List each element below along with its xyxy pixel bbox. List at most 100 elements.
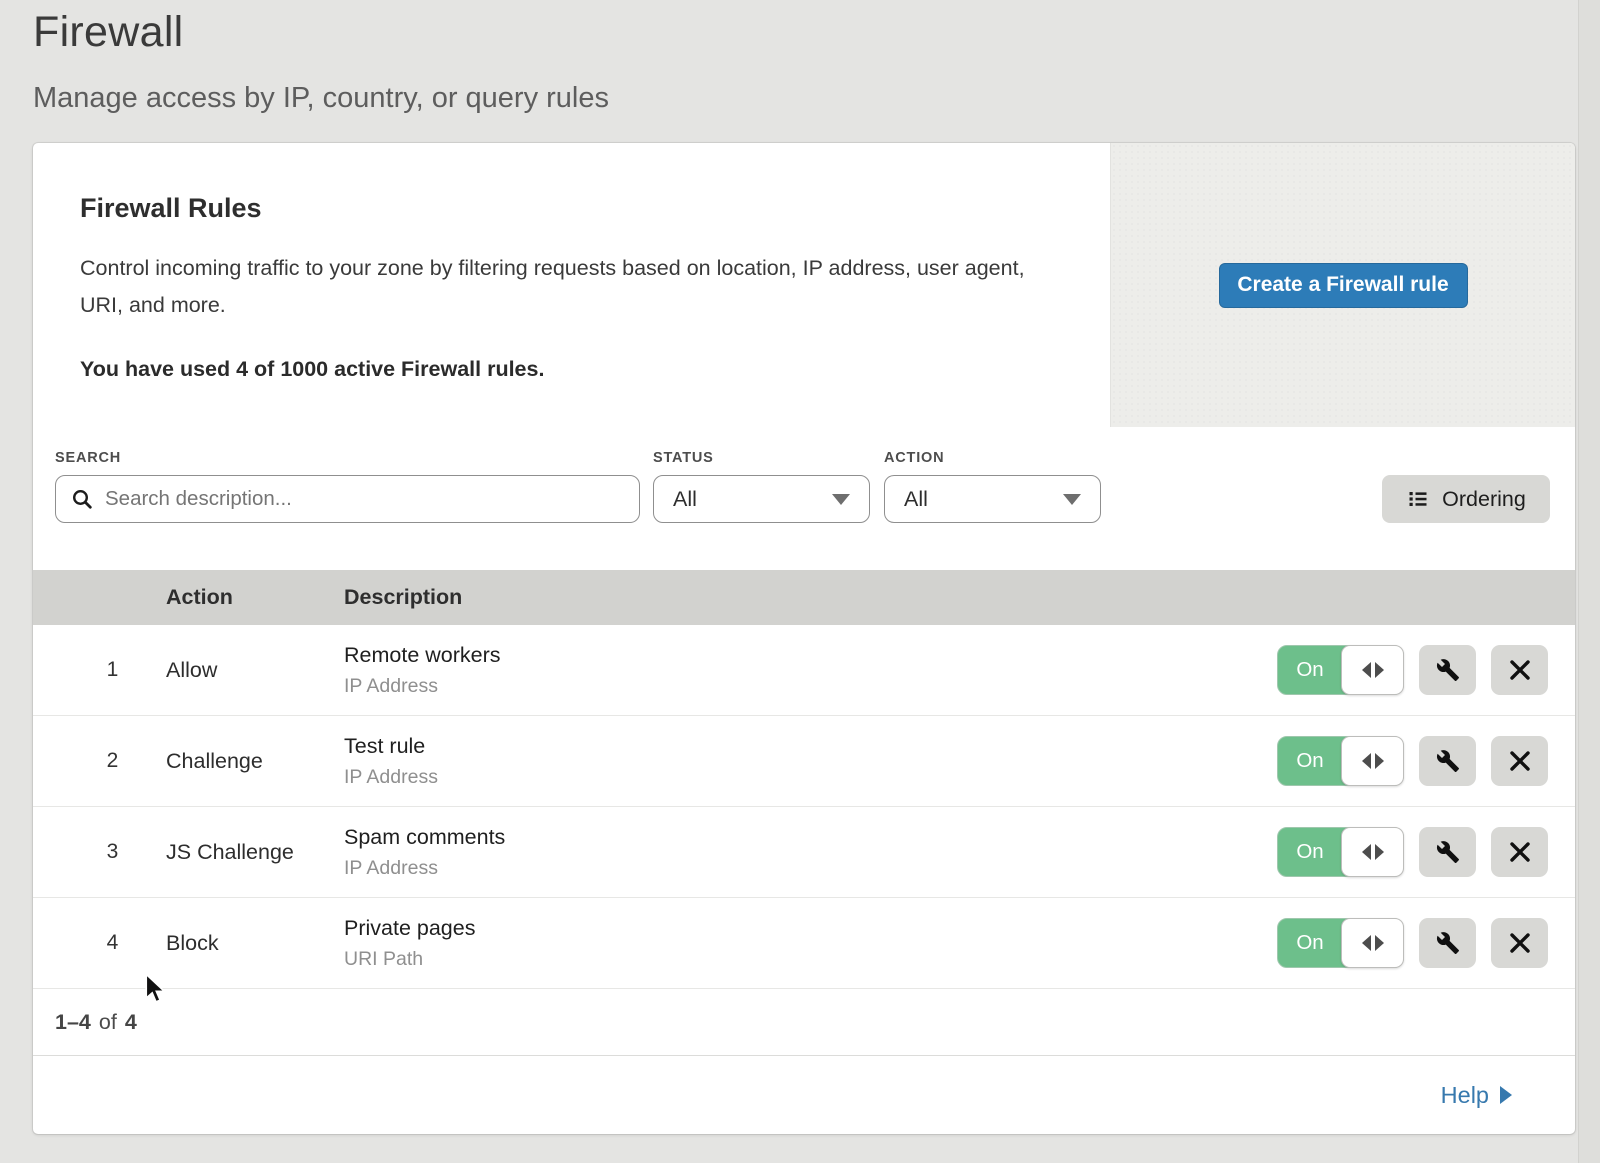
search-icon — [71, 488, 93, 510]
toggle-state-label: On — [1278, 737, 1342, 785]
rule-description-cell: Private pages URI Path — [344, 916, 1277, 971]
rules-table-body: 1 Allow Remote workers IP Address On — [33, 625, 1575, 989]
search-label: SEARCH — [55, 450, 653, 466]
triangle-right-icon — [1375, 753, 1384, 769]
table-row: 1 Allow Remote workers IP Address On — [33, 625, 1575, 716]
rule-controls: On — [1277, 736, 1575, 786]
rule-enabled-toggle[interactable]: On — [1277, 918, 1404, 968]
wrench-icon — [1436, 749, 1460, 773]
rule-priority-number: 1 — [33, 658, 166, 682]
action-filter-group: ACTION All — [884, 450, 1101, 523]
edit-rule-button[interactable] — [1419, 736, 1476, 786]
rule-enabled-toggle[interactable]: On — [1277, 827, 1404, 877]
description-column-header: Description — [344, 585, 1575, 610]
rule-description: Test rule — [344, 734, 1277, 759]
pagination: 1–4 of 4 — [33, 989, 1575, 1056]
wrench-icon — [1436, 840, 1460, 864]
rule-action: Block — [166, 931, 344, 956]
triangle-right-icon — [1500, 1086, 1512, 1104]
create-firewall-rule-button[interactable]: Create a Firewall rule — [1219, 263, 1468, 308]
close-icon — [1509, 750, 1531, 772]
rule-match-type: IP Address — [344, 857, 1277, 880]
rule-priority-number: 4 — [33, 931, 166, 955]
table-row: 4 Block Private pages URI Path On — [33, 898, 1575, 989]
help-link[interactable]: Help — [1441, 1082, 1512, 1109]
rule-enabled-toggle[interactable]: On — [1277, 736, 1404, 786]
rule-controls: On — [1277, 918, 1575, 968]
list-icon — [1406, 487, 1430, 511]
rule-description: Remote workers — [344, 643, 1277, 668]
rule-priority-number: 3 — [33, 840, 166, 864]
search-filter-group: SEARCH — [55, 450, 653, 523]
rule-action: Allow — [166, 658, 344, 683]
toggle-state-label: On — [1278, 828, 1342, 876]
chevron-down-icon — [832, 494, 850, 505]
wrench-icon — [1436, 658, 1460, 682]
close-icon — [1509, 932, 1531, 954]
table-row: 2 Challenge Test rule IP Address On — [33, 716, 1575, 807]
triangle-left-icon — [1362, 662, 1371, 678]
toggle-state-label: On — [1278, 919, 1342, 967]
section-heading: Firewall Rules — [80, 193, 1040, 224]
search-box[interactable] — [55, 475, 640, 523]
action-column-header: Action — [166, 585, 344, 610]
pagination-total: 4 — [125, 1010, 137, 1035]
status-select[interactable]: All — [653, 475, 870, 523]
filters-bar: SEARCH STATUS All ACTION All — [33, 427, 1575, 570]
action-select[interactable]: All — [884, 475, 1101, 523]
status-label: STATUS — [653, 450, 884, 466]
action-selected-value: All — [904, 487, 928, 512]
rule-match-type: IP Address — [344, 675, 1277, 698]
delete-rule-button[interactable] — [1491, 645, 1548, 695]
rule-match-type: IP Address — [344, 766, 1277, 789]
chevron-down-icon — [1063, 494, 1081, 505]
wrench-icon — [1436, 931, 1460, 955]
toggle-handle[interactable] — [1341, 827, 1404, 877]
rule-controls: On — [1277, 645, 1575, 695]
rule-description-cell: Remote workers IP Address — [344, 643, 1277, 698]
intro-section: Firewall Rules Control incoming traffic … — [33, 143, 1575, 427]
delete-rule-button[interactable] — [1491, 827, 1548, 877]
toggle-handle[interactable] — [1341, 645, 1404, 695]
create-rule-panel: Create a Firewall rule — [1110, 143, 1575, 427]
triangle-left-icon — [1362, 935, 1371, 951]
rule-priority-number: 2 — [33, 749, 166, 773]
edit-rule-button[interactable] — [1419, 827, 1476, 877]
rule-action: JS Challenge — [166, 840, 344, 865]
rule-description: Private pages — [344, 916, 1277, 941]
table-row: 3 JS Challenge Spam comments IP Address … — [33, 807, 1575, 898]
rule-description: Spam comments — [344, 825, 1277, 850]
triangle-left-icon — [1362, 844, 1371, 860]
toggle-handle[interactable] — [1341, 736, 1404, 786]
rule-action: Challenge — [166, 749, 344, 774]
edit-rule-button[interactable] — [1419, 918, 1476, 968]
firewall-rules-card: Firewall Rules Control incoming traffic … — [33, 143, 1575, 1134]
rule-description-cell: Spam comments IP Address — [344, 825, 1277, 880]
ordering-button-label: Ordering — [1442, 487, 1526, 512]
page-subtitle: Manage access by IP, country, or query r… — [33, 82, 1600, 115]
rule-controls: On — [1277, 827, 1575, 877]
close-icon — [1509, 659, 1531, 681]
triangle-right-icon — [1375, 844, 1384, 860]
rule-enabled-toggle[interactable]: On — [1277, 645, 1404, 695]
rule-description-cell: Test rule IP Address — [344, 734, 1277, 789]
toggle-handle[interactable] — [1341, 918, 1404, 968]
rules-table-header: Action Description — [33, 570, 1575, 625]
page-header: Firewall Manage access by IP, country, o… — [0, 0, 1600, 115]
triangle-right-icon — [1375, 662, 1384, 678]
status-selected-value: All — [673, 487, 697, 512]
close-icon — [1509, 841, 1531, 863]
pagination-range: 1–4 — [55, 1010, 91, 1035]
card-footer: Help — [33, 1056, 1575, 1134]
triangle-left-icon — [1362, 753, 1371, 769]
search-input[interactable] — [103, 486, 624, 512]
edit-rule-button[interactable] — [1419, 645, 1476, 695]
delete-rule-button[interactable] — [1491, 736, 1548, 786]
ordering-button[interactable]: Ordering — [1382, 475, 1550, 523]
status-filter-group: STATUS All — [653, 450, 884, 523]
intro-text-block: Firewall Rules Control incoming traffic … — [33, 143, 1110, 427]
pagination-of: of — [99, 1010, 117, 1035]
rule-match-type: URI Path — [344, 948, 1277, 971]
delete-rule-button[interactable] — [1491, 918, 1548, 968]
triangle-right-icon — [1375, 935, 1384, 951]
